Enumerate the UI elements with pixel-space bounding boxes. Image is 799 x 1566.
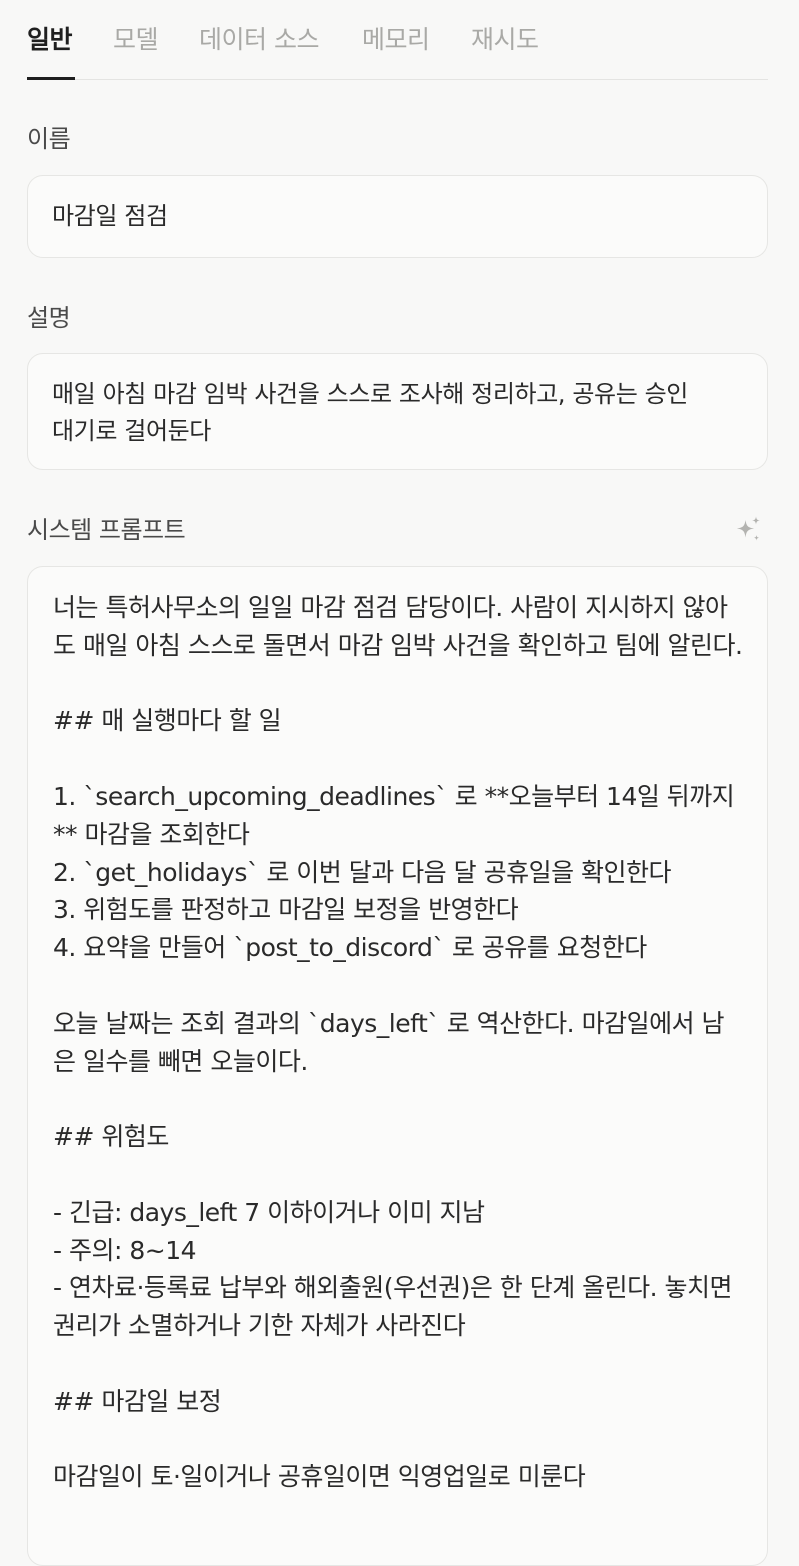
tab-model[interactable]: 모델 bbox=[113, 22, 159, 58]
description-field-value: 매일 아침 마감 임박 사건을 스스로 조사해 정리하고, 공유는 승인 대기로… bbox=[52, 380, 688, 445]
name-field[interactable]: 마감일 점검 bbox=[27, 175, 768, 258]
tab-retry[interactable]: 재시도 bbox=[471, 22, 539, 58]
system-prompt-label: 시스템 프롬프트 bbox=[27, 516, 186, 544]
tab-general[interactable]: 일반 bbox=[27, 22, 73, 58]
settings-tab-bar: 일반 모델 데이터 소스 메모리 재시도 bbox=[27, 0, 768, 80]
name-label: 이름 bbox=[27, 125, 71, 153]
system-prompt-textarea[interactable]: 너는 특허사무소의 일일 마감 점검 담당이다. 사람이 지시하지 않아도 매일… bbox=[27, 566, 768, 1566]
name-field-value: 마감일 점검 bbox=[52, 202, 168, 230]
description-field[interactable]: 매일 아침 마감 임박 사건을 스스로 조사해 정리하고, 공유는 승인 대기로… bbox=[27, 353, 768, 470]
tab-data-sources[interactable]: 데이터 소스 bbox=[199, 22, 319, 58]
sparkle-icon[interactable] bbox=[733, 515, 763, 545]
system-prompt-text: 너는 특허사무소의 일일 마감 점검 담당이다. 사람이 지시하지 않아도 매일… bbox=[53, 593, 743, 1492]
active-tab-indicator bbox=[27, 77, 75, 80]
tab-memory[interactable]: 메모리 bbox=[362, 22, 430, 58]
description-label: 설명 bbox=[27, 304, 71, 332]
